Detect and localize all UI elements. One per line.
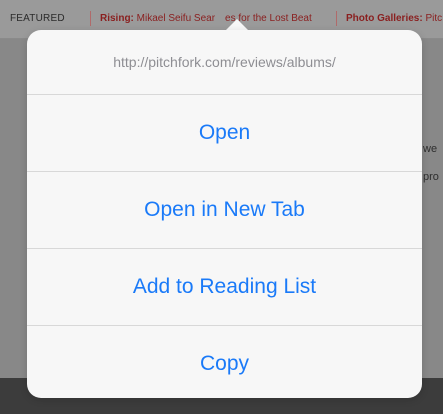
rising-link[interactable]: Rising: Mikael Seifu Sear es for the Lost… — [100, 13, 312, 25]
rising-label: Rising: — [100, 13, 134, 24]
featured-label: FEATURED — [10, 13, 65, 24]
link-url: http://pitchfork.com/reviews/albums/ — [27, 30, 422, 95]
open-in-new-tab-button[interactable]: Open in New Tab — [27, 172, 422, 249]
open-button[interactable]: Open — [27, 95, 422, 172]
divider — [336, 11, 337, 26]
rising-text: Mikael Seifu Sear — [136, 13, 216, 24]
background-text-snippet: we — [423, 143, 438, 155]
galleries-label: Photo Galleries: — [346, 13, 423, 24]
divider — [90, 11, 91, 26]
link-action-popover: http://pitchfork.com/reviews/albums/ Ope… — [27, 30, 422, 398]
add-to-reading-list-button[interactable]: Add to Reading List — [27, 249, 422, 326]
copy-button[interactable]: Copy — [27, 326, 422, 398]
background-text-snippet: pro — [423, 171, 439, 183]
photo-galleries-link[interactable]: Photo Galleries: Pitc — [346, 13, 442, 25]
galleries-text: Pitc — [425, 13, 443, 24]
